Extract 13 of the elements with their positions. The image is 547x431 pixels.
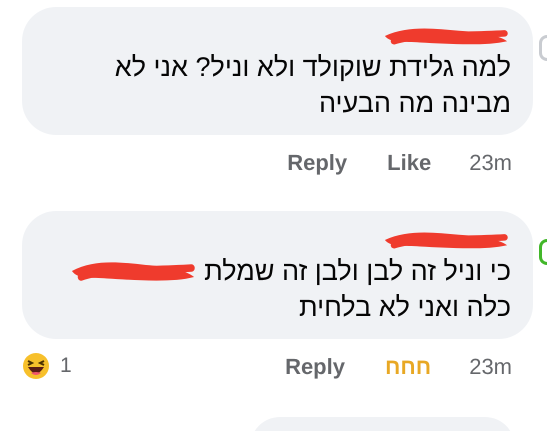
laughing-emoji-icon[interactable] <box>22 352 50 380</box>
reply-link[interactable]: Reply <box>285 350 345 382</box>
comment-text: כי וניל זה לבן ולבן זה שמלת <box>204 255 511 288</box>
timestamp: 23m <box>469 148 512 176</box>
reply-link[interactable]: Reply <box>287 146 348 178</box>
avatar-edge[interactable] <box>539 239 547 265</box>
reaction-count: 1 <box>60 353 72 380</box>
timestamp: 23m <box>469 352 512 380</box>
comment-text: כלה ואני לא בלחית <box>298 291 511 324</box>
comment-text: למה גלידת שוקולד ולא וניל? אני לא <box>114 51 511 84</box>
comment-text: מבינה מה הבעיה <box>318 87 511 120</box>
avatar-edge[interactable] <box>539 35 547 61</box>
like-link[interactable]: Like <box>387 146 432 178</box>
